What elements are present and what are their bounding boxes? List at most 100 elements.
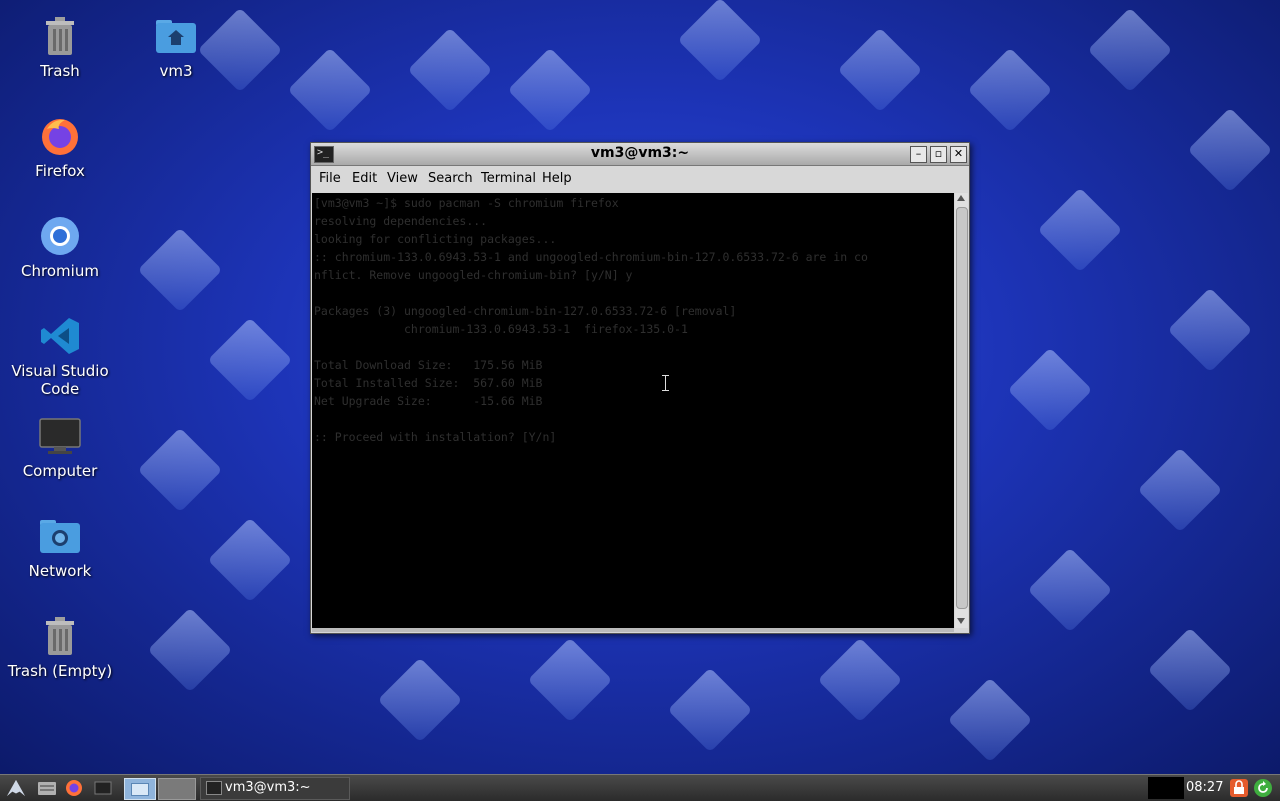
clock[interactable]: 08:27 xyxy=(1186,780,1223,795)
update-icon[interactable] xyxy=(1254,779,1272,797)
terminal-icon xyxy=(206,781,222,795)
desktop-icon-label: vm3 xyxy=(159,62,193,80)
taskbar-window-label: vm3@vm3:~ xyxy=(225,780,311,795)
wallpaper-tile xyxy=(207,517,293,603)
wallpaper-tile xyxy=(137,227,223,313)
text-cursor-icon-top xyxy=(662,375,669,376)
network-folder-icon xyxy=(36,512,84,560)
terminal-line: looking for conflicting packages... xyxy=(314,232,557,246)
wallpaper-tile xyxy=(1137,447,1223,533)
vertical-scrollbar[interactable] xyxy=(955,193,968,628)
desktop-icon-trash[interactable]: Trash xyxy=(5,12,115,80)
desktop-icon-trash-empty[interactable]: Trash (Empty) xyxy=(5,612,115,680)
firefox-icon xyxy=(36,112,84,160)
menu-file[interactable]: File xyxy=(319,171,341,186)
close-button[interactable]: ✕ xyxy=(950,146,967,163)
menu-view[interactable]: View xyxy=(387,171,418,186)
desktop-icon-computer[interactable]: Computer xyxy=(5,412,115,480)
wallpaper-tile xyxy=(1187,107,1273,193)
wallpaper-tile xyxy=(527,637,613,723)
wallpaper-tile xyxy=(1007,347,1093,433)
launcher-terminal[interactable] xyxy=(93,778,113,798)
horizontal-scrollbar[interactable] xyxy=(312,628,954,632)
firefox-icon xyxy=(66,780,82,796)
terminal-line: chromium-133.0.6943.53-1 firefox-135.0-1 xyxy=(314,322,688,336)
menu-edit[interactable]: Edit xyxy=(352,171,377,186)
wallpaper-tile xyxy=(147,607,233,693)
workspace-1-button[interactable] xyxy=(124,778,156,800)
wallpaper-tile xyxy=(837,27,923,113)
desktop-icon-label: Chromium xyxy=(21,262,99,280)
terminal-window[interactable]: >_ vm3@vm3:~ – ▫ ✕ File Edit View Search… xyxy=(310,142,970,634)
system-monitor-widget[interactable] xyxy=(1148,777,1184,799)
home-folder-icon xyxy=(152,12,200,60)
wallpaper-tile xyxy=(1167,287,1253,373)
desktop-icon-label: Trash (Empty) xyxy=(7,662,113,680)
wallpaper-tile xyxy=(667,667,753,753)
start-menu-button[interactable] xyxy=(6,778,26,798)
wallpaper-tile xyxy=(817,637,903,723)
computer-icon xyxy=(36,412,84,460)
menubar: File Edit View Search Terminal Help xyxy=(311,166,969,192)
text-cursor-icon xyxy=(665,376,666,390)
desktop-icon-vscode[interactable]: Visual Studio Code xyxy=(5,312,115,398)
terminal-line: :: Proceed with installation? [Y/n] xyxy=(314,430,557,444)
wallpaper-tile xyxy=(377,657,463,743)
scroll-thumb[interactable] xyxy=(956,207,968,609)
terminal-output[interactable]: [vm3@vm3 ~]$ sudo pacman -S chromium fir… xyxy=(312,193,954,628)
lock-icon[interactable] xyxy=(1230,779,1248,797)
wallpaper-tile xyxy=(1087,7,1173,93)
wallpaper-tile xyxy=(947,677,1033,763)
wallpaper-tile xyxy=(507,47,593,133)
wallpaper-tile xyxy=(407,27,493,113)
wallpaper-tile xyxy=(1027,547,1113,633)
window-titlebar[interactable]: >_ vm3@vm3:~ – ▫ ✕ xyxy=(311,143,969,166)
launcher-file-manager[interactable] xyxy=(37,778,57,798)
workspace-window-icon xyxy=(131,783,149,796)
launcher-firefox[interactable] xyxy=(64,778,84,798)
terminal-line: resolving dependencies... xyxy=(314,214,488,228)
desktop-icon-label: Firefox xyxy=(35,162,85,180)
terminal-line: Total Download Size: 175.56 MiB xyxy=(314,358,543,372)
vscode-icon xyxy=(36,312,84,360)
chromium-icon xyxy=(36,212,84,260)
terminal-line: Net Upgrade Size: -15.66 MiB xyxy=(314,394,543,408)
window-title: vm3@vm3:~ xyxy=(590,145,690,161)
desktop-background: Trash vm3 Firefox Chromium Visual Studio… xyxy=(0,0,1280,774)
text-cursor-icon-bottom xyxy=(662,390,669,391)
wallpaper-tile xyxy=(1147,627,1233,713)
menu-search[interactable]: Search xyxy=(428,171,473,186)
scroll-up-icon[interactable] xyxy=(957,195,965,201)
taskbar-window-button[interactable]: vm3@vm3:~ xyxy=(200,777,350,800)
desktop-icon-label: Computer xyxy=(22,462,98,480)
trash-icon xyxy=(36,12,84,60)
workspace-2-button[interactable] xyxy=(158,778,196,800)
wallpaper-tile xyxy=(967,47,1053,133)
arch-logo-icon xyxy=(6,779,26,797)
file-manager-icon xyxy=(38,782,56,795)
terminal-line: Total Installed Size: 567.60 MiB xyxy=(314,376,543,390)
minimize-button[interactable]: – xyxy=(910,146,927,163)
wallpaper-tile xyxy=(207,317,293,403)
terminal-line: [vm3@vm3 ~]$ sudo pacman -S chromium fir… xyxy=(314,196,619,210)
trash-empty-icon xyxy=(36,612,84,660)
maximize-button[interactable]: ▫ xyxy=(930,146,947,163)
menu-help[interactable]: Help xyxy=(542,171,572,186)
desktop-icon-label: Network xyxy=(28,562,92,580)
terminal-line: Packages (3) ungoogled-chromium-bin-127.… xyxy=(314,304,737,318)
desktop-icon-firefox[interactable]: Firefox xyxy=(5,112,115,180)
wallpaper-tile xyxy=(677,0,763,83)
wallpaper-tile xyxy=(1037,187,1123,273)
taskbar: vm3@vm3:~ 08:27 xyxy=(0,774,1280,801)
menu-terminal[interactable]: Terminal xyxy=(481,171,536,186)
desktop-icon-label: Visual Studio Code xyxy=(11,362,109,398)
desktop-icon-vm3[interactable]: vm3 xyxy=(121,12,231,80)
desktop-icon-chromium[interactable]: Chromium xyxy=(5,212,115,280)
desktop-icon-network[interactable]: Network xyxy=(5,512,115,580)
desktop-icon-label: Trash xyxy=(40,62,80,80)
wallpaper-tile xyxy=(137,427,223,513)
terminal-line: :: chromium-133.0.6943.53-1 and ungoogle… xyxy=(314,250,868,264)
terminal-line: nflict. Remove ungoogled-chromium-bin? [… xyxy=(314,268,633,282)
scroll-down-icon[interactable] xyxy=(957,618,965,624)
terminal-icon xyxy=(94,781,112,795)
